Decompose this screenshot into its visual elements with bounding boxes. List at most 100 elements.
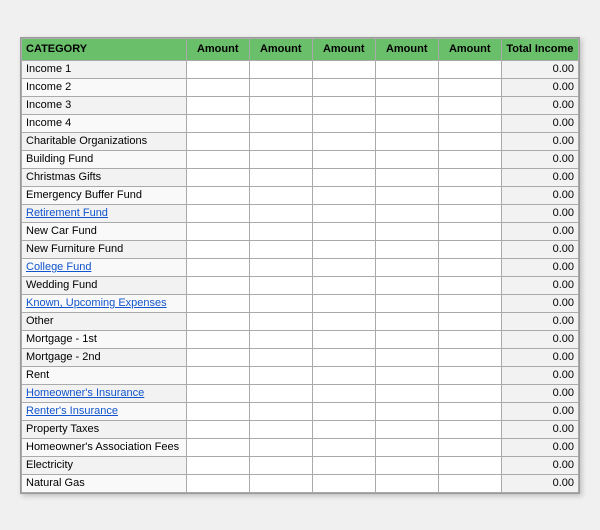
amount-cell[interactable]: [375, 186, 438, 204]
amount-cell[interactable]: [186, 258, 249, 276]
amount-cell[interactable]: [438, 60, 501, 78]
amount-cell[interactable]: [312, 348, 375, 366]
amount-cell[interactable]: [312, 474, 375, 492]
amount-cell[interactable]: [375, 222, 438, 240]
amount-cell[interactable]: [375, 114, 438, 132]
amount-cell[interactable]: [375, 402, 438, 420]
amount-cell[interactable]: [438, 402, 501, 420]
amount-cell[interactable]: [375, 78, 438, 96]
amount-cell[interactable]: [249, 366, 312, 384]
amount-cell[interactable]: [249, 474, 312, 492]
amount-cell[interactable]: [438, 312, 501, 330]
amount-cell[interactable]: [186, 168, 249, 186]
amount-cell[interactable]: [375, 60, 438, 78]
amount-cell[interactable]: [438, 258, 501, 276]
amount-cell[interactable]: [186, 348, 249, 366]
amount-cell[interactable]: [312, 150, 375, 168]
amount-cell[interactable]: [249, 60, 312, 78]
amount-cell[interactable]: [312, 96, 375, 114]
amount-cell[interactable]: [186, 438, 249, 456]
amount-cell[interactable]: [186, 60, 249, 78]
amount-cell[interactable]: [249, 348, 312, 366]
amount-cell[interactable]: [438, 150, 501, 168]
amount-cell[interactable]: [438, 204, 501, 222]
amount-cell[interactable]: [249, 78, 312, 96]
amount-cell[interactable]: [375, 474, 438, 492]
amount-cell[interactable]: [249, 456, 312, 474]
amount-cell[interactable]: [312, 456, 375, 474]
amount-cell[interactable]: [312, 330, 375, 348]
amount-cell[interactable]: [375, 312, 438, 330]
amount-cell[interactable]: [312, 222, 375, 240]
amount-cell[interactable]: [375, 132, 438, 150]
amount-cell[interactable]: [249, 114, 312, 132]
amount-cell[interactable]: [186, 294, 249, 312]
amount-cell[interactable]: [312, 132, 375, 150]
amount-cell[interactable]: [438, 222, 501, 240]
category-link[interactable]: College Fund: [26, 261, 91, 273]
amount-cell[interactable]: [438, 294, 501, 312]
amount-cell[interactable]: [186, 312, 249, 330]
amount-cell[interactable]: [249, 402, 312, 420]
amount-cell[interactable]: [249, 438, 312, 456]
amount-cell[interactable]: [375, 420, 438, 438]
amount-cell[interactable]: [312, 240, 375, 258]
amount-cell[interactable]: [186, 204, 249, 222]
amount-cell[interactable]: [312, 402, 375, 420]
amount-cell[interactable]: [249, 168, 312, 186]
amount-cell[interactable]: [312, 276, 375, 294]
amount-cell[interactable]: [375, 204, 438, 222]
amount-cell[interactable]: [375, 240, 438, 258]
amount-cell[interactable]: [249, 312, 312, 330]
amount-cell[interactable]: [438, 474, 501, 492]
amount-cell[interactable]: [312, 384, 375, 402]
amount-cell[interactable]: [438, 366, 501, 384]
amount-cell[interactable]: [312, 114, 375, 132]
amount-cell[interactable]: [438, 96, 501, 114]
amount-cell[interactable]: [438, 348, 501, 366]
amount-cell[interactable]: [375, 384, 438, 402]
amount-cell[interactable]: [249, 258, 312, 276]
amount-cell[interactable]: [186, 420, 249, 438]
amount-cell[interactable]: [375, 150, 438, 168]
amount-cell[interactable]: [438, 78, 501, 96]
amount-cell[interactable]: [438, 132, 501, 150]
amount-cell[interactable]: [249, 204, 312, 222]
amount-cell[interactable]: [186, 384, 249, 402]
amount-cell[interactable]: [249, 96, 312, 114]
amount-cell[interactable]: [249, 330, 312, 348]
amount-cell[interactable]: [312, 78, 375, 96]
amount-cell[interactable]: [186, 222, 249, 240]
amount-cell[interactable]: [375, 330, 438, 348]
amount-cell[interactable]: [375, 258, 438, 276]
amount-cell[interactable]: [249, 276, 312, 294]
amount-cell[interactable]: [375, 366, 438, 384]
amount-cell[interactable]: [375, 276, 438, 294]
amount-cell[interactable]: [249, 150, 312, 168]
amount-cell[interactable]: [375, 294, 438, 312]
amount-cell[interactable]: [438, 384, 501, 402]
amount-cell[interactable]: [249, 222, 312, 240]
amount-cell[interactable]: [438, 186, 501, 204]
amount-cell[interactable]: [312, 294, 375, 312]
amount-cell[interactable]: [186, 456, 249, 474]
amount-cell[interactable]: [186, 330, 249, 348]
amount-cell[interactable]: [249, 186, 312, 204]
amount-cell[interactable]: [186, 114, 249, 132]
amount-cell[interactable]: [249, 132, 312, 150]
amount-cell[interactable]: [186, 366, 249, 384]
amount-cell[interactable]: [186, 96, 249, 114]
category-link[interactable]: Known, Upcoming Expenses: [26, 297, 167, 309]
amount-cell[interactable]: [249, 240, 312, 258]
amount-cell[interactable]: [186, 186, 249, 204]
amount-cell[interactable]: [375, 96, 438, 114]
amount-cell[interactable]: [312, 186, 375, 204]
amount-cell[interactable]: [312, 420, 375, 438]
amount-cell[interactable]: [375, 438, 438, 456]
amount-cell[interactable]: [186, 402, 249, 420]
amount-cell[interactable]: [186, 150, 249, 168]
category-link[interactable]: Renter's Insurance: [26, 405, 118, 417]
amount-cell[interactable]: [375, 456, 438, 474]
amount-cell[interactable]: [438, 114, 501, 132]
amount-cell[interactable]: [186, 132, 249, 150]
